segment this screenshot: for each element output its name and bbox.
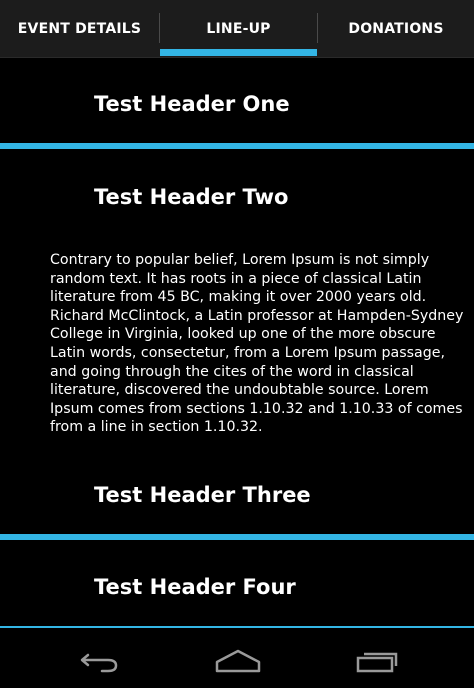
recent-apps-icon	[356, 652, 398, 673]
section-header-three: Test Header Three	[94, 483, 311, 507]
back-button[interactable]	[60, 634, 140, 688]
section-divider	[0, 626, 474, 628]
tab-bar: EVENT DETAILS LINE-UP DONATIONS	[0, 0, 474, 58]
section-divider	[0, 534, 474, 540]
back-arrow-icon	[80, 653, 118, 673]
home-button[interactable]	[198, 634, 278, 688]
section-header-two: Test Header Two	[94, 185, 289, 209]
section-header-four: Test Header Four	[94, 575, 296, 599]
tab-event-details[interactable]: EVENT DETAILS	[0, 0, 159, 57]
section-body-text: Contrary to popular belief, Lorem Ipsum …	[50, 252, 464, 436]
section-divider	[0, 143, 474, 149]
tab-donations[interactable]: DONATIONS	[318, 0, 474, 57]
section-header-one: Test Header One	[94, 92, 290, 116]
navigation-bar	[0, 634, 474, 688]
home-icon	[215, 649, 261, 673]
selected-tab-indicator	[160, 49, 317, 56]
line-up-content[interactable]: Test Header One Test Header Two Contrary…	[0, 58, 474, 628]
recent-apps-button[interactable]	[337, 634, 417, 688]
